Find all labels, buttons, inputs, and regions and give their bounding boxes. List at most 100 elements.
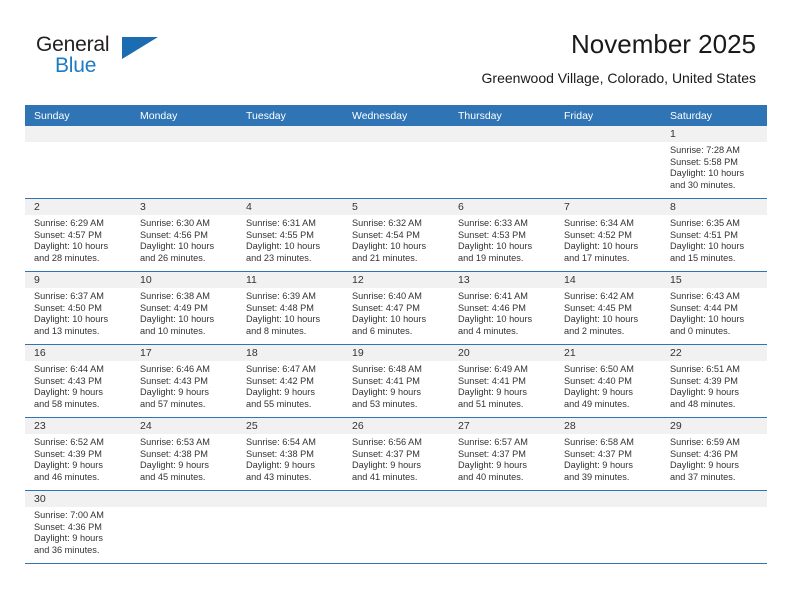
- calendar-cell-day[interactable]: 1 Sunrise: 7:28 AM Sunset: 5:58 PM Daylight…: [661, 126, 767, 199]
- calendar-cell-empty: [25, 126, 131, 199]
- daylight-text-line2: and 10 minutes.: [140, 325, 206, 336]
- calendar-cell-day[interactable]: 26 Sunrise: 6:56 AM Sunset: 4:37 PM Dayligh…: [343, 417, 449, 491]
- calendar-cell-day[interactable]: 17 Sunrise: 6:46 AM Sunset: 4:43 PM Dayligh…: [131, 344, 237, 418]
- day-details: Sunrise: 6:41 AM Sunset: 4:46 PM Daylight:…: [449, 288, 555, 337]
- daylight-text-line2: and 49 minutes.: [564, 398, 630, 409]
- day-details: Sunrise: 6:49 AM Sunset: 4:41 PM Daylight:…: [449, 361, 555, 410]
- sunrise-sunset-calendar: Sunday Monday Tuesday Wednesday Thursday…: [25, 105, 767, 564]
- sunset-text: Sunset: 4:53 PM: [458, 229, 526, 240]
- daylight-text-line1: Daylight: 9 hours: [458, 387, 527, 398]
- sunset-text: Sunset: 4:36 PM: [670, 448, 738, 459]
- calendar-cell-empty: [131, 490, 237, 564]
- calendar-cell-day[interactable]: 3 Sunrise: 6:30 AM Sunset: 4:56 PM Daylight…: [131, 198, 237, 272]
- daylight-text-line2: and 51 minutes.: [458, 398, 524, 409]
- calendar-cell-day[interactable]: 29 Sunrise: 6:59 AM Sunset: 4:36 PM Dayligh…: [661, 417, 767, 491]
- day-number: 22: [661, 345, 767, 361]
- daylight-text-line1: Daylight: 10 hours: [34, 314, 109, 325]
- daylight-text-line2: and 37 minutes.: [670, 471, 736, 482]
- calendar-cell-day[interactable]: 30 Sunrise: 7:00 AM Sunset: 4:36 PM Dayligh…: [25, 490, 131, 564]
- calendar-cell-day[interactable]: 5 Sunrise: 6:32 AM Sunset: 4:54 PM Daylight…: [343, 198, 449, 272]
- daylight-text-line1: Daylight: 10 hours: [140, 241, 215, 252]
- general-blue-logo[interactable]: General Blue: [36, 33, 166, 85]
- calendar-cell-day[interactable]: 19 Sunrise: 6:48 AM Sunset: 4:41 PM Dayligh…: [343, 344, 449, 418]
- daylight-text-line2: and 17 minutes.: [564, 252, 630, 263]
- daylight-text-line2: and 21 minutes.: [352, 252, 418, 263]
- calendar-cell-day[interactable]: 23 Sunrise: 6:52 AM Sunset: 4:39 PM Dayligh…: [25, 417, 131, 491]
- sunset-text: Sunset: 4:51 PM: [670, 229, 738, 240]
- calendar-week-row: 2 Sunrise: 6:29 AM Sunset: 4:57 PM Daylight…: [25, 198, 767, 272]
- sunrise-text: Sunrise: 6:56 AM: [352, 437, 422, 447]
- day-number: 28: [555, 418, 661, 434]
- page-title: November 2025: [571, 29, 756, 59]
- sunset-text: Sunset: 4:46 PM: [458, 302, 526, 313]
- sunset-text: Sunset: 4:45 PM: [564, 302, 632, 313]
- calendar-cell-day[interactable]: 20 Sunrise: 6:49 AM Sunset: 4:41 PM Dayligh…: [449, 344, 555, 418]
- calendar-cell-day[interactable]: 9 Sunrise: 6:37 AM Sunset: 4:50 PM Daylight…: [25, 271, 131, 345]
- calendar-cell-day[interactable]: 12 Sunrise: 6:40 AM Sunset: 4:47 PM Dayligh…: [343, 271, 449, 345]
- day-details: Sunrise: 6:43 AM Sunset: 4:44 PM Daylight:…: [661, 288, 767, 337]
- daylight-text-line2: and 30 minutes.: [670, 179, 736, 190]
- calendar-cell-day[interactable]: 6 Sunrise: 6:33 AM Sunset: 4:53 PM Daylight…: [449, 198, 555, 272]
- calendar-cell-empty: [237, 126, 343, 199]
- day-details: Sunrise: 6:34 AM Sunset: 4:52 PM Daylight:…: [555, 215, 661, 264]
- daylight-text-line1: Daylight: 9 hours: [246, 387, 315, 398]
- calendar-cell-day[interactable]: 27 Sunrise: 6:57 AM Sunset: 4:37 PM Dayligh…: [449, 417, 555, 491]
- calendar-cell-empty: [343, 126, 449, 199]
- weekday-header-monday: Monday: [131, 105, 237, 126]
- day-details: Sunrise: 6:35 AM Sunset: 4:51 PM Daylight:…: [661, 215, 767, 264]
- daylight-text-line1: Daylight: 9 hours: [34, 533, 103, 544]
- daylight-text-line1: Daylight: 10 hours: [140, 314, 215, 325]
- calendar-cell-inner: 2 Sunrise: 6:29 AM Sunset: 4:57 PM Daylight…: [25, 199, 131, 271]
- daylight-text-line1: Daylight: 10 hours: [352, 241, 427, 252]
- calendar-cell-day[interactable]: 8 Sunrise: 6:35 AM Sunset: 4:51 PM Daylight…: [661, 198, 767, 272]
- day-number: 2: [25, 199, 131, 215]
- calendar-cell-inner: 10 Sunrise: 6:38 AM Sunset: 4:49 PM Dayligh…: [131, 272, 237, 344]
- calendar-cell-day[interactable]: 10 Sunrise: 6:38 AM Sunset: 4:49 PM Dayligh…: [131, 271, 237, 345]
- sunset-text: Sunset: 4:55 PM: [246, 229, 314, 240]
- day-details: Sunrise: 6:42 AM Sunset: 4:45 PM Daylight:…: [555, 288, 661, 337]
- calendar-cell-inner: 3 Sunrise: 6:30 AM Sunset: 4:56 PM Daylight…: [131, 199, 237, 271]
- sunrise-text: Sunrise: 6:37 AM: [34, 291, 104, 301]
- calendar-cell-inner: 28 Sunrise: 6:58 AM Sunset: 4:37 PM Dayligh…: [555, 418, 661, 490]
- calendar-header-row: Sunday Monday Tuesday Wednesday Thursday…: [25, 105, 767, 126]
- calendar-cell-day[interactable]: 7 Sunrise: 6:34 AM Sunset: 4:52 PM Daylight…: [555, 198, 661, 272]
- calendar-cell-inner: [555, 491, 661, 563]
- day-number: 10: [131, 272, 237, 288]
- calendar-cell-day[interactable]: 4 Sunrise: 6:31 AM Sunset: 4:55 PM Daylight…: [237, 198, 343, 272]
- day-number: 15: [661, 272, 767, 288]
- calendar-cell-day[interactable]: 11 Sunrise: 6:39 AM Sunset: 4:48 PM Dayligh…: [237, 271, 343, 345]
- day-number: 19: [343, 345, 449, 361]
- sunset-text: Sunset: 4:43 PM: [140, 375, 208, 386]
- calendar-week-row: 30 Sunrise: 7:00 AM Sunset: 4:36 PM Dayligh…: [25, 490, 767, 564]
- sunrise-text: Sunrise: 7:28 AM: [670, 145, 740, 155]
- calendar-cell-day[interactable]: 24 Sunrise: 6:53 AM Sunset: 4:38 PM Dayligh…: [131, 417, 237, 491]
- sunrise-text: Sunrise: 6:53 AM: [140, 437, 210, 447]
- calendar-cell-day[interactable]: 16 Sunrise: 6:44 AM Sunset: 4:43 PM Dayligh…: [25, 344, 131, 418]
- daylight-text-line1: Daylight: 9 hours: [246, 460, 315, 471]
- calendar-cell-day[interactable]: 13 Sunrise: 6:41 AM Sunset: 4:46 PM Dayligh…: [449, 271, 555, 345]
- sunrise-text: Sunrise: 6:59 AM: [670, 437, 740, 447]
- calendar-cell-day[interactable]: 14 Sunrise: 6:42 AM Sunset: 4:45 PM Dayligh…: [555, 271, 661, 345]
- calendar-cell-day[interactable]: 28 Sunrise: 6:58 AM Sunset: 4:37 PM Dayligh…: [555, 417, 661, 491]
- calendar-cell-day[interactable]: 25 Sunrise: 6:54 AM Sunset: 4:38 PM Dayligh…: [237, 417, 343, 491]
- calendar-cell-inner: [237, 491, 343, 563]
- calendar-cell-inner: 4 Sunrise: 6:31 AM Sunset: 4:55 PM Daylight…: [237, 199, 343, 271]
- day-number: 9: [25, 272, 131, 288]
- calendar-cell-inner: 27 Sunrise: 6:57 AM Sunset: 4:37 PM Dayligh…: [449, 418, 555, 490]
- sunrise-text: Sunrise: 6:57 AM: [458, 437, 528, 447]
- calendar-cell-inner: 26 Sunrise: 6:56 AM Sunset: 4:37 PM Dayligh…: [343, 418, 449, 490]
- calendar-cell-day[interactable]: 2 Sunrise: 6:29 AM Sunset: 4:57 PM Daylight…: [25, 198, 131, 272]
- calendar-cell-day[interactable]: 21 Sunrise: 6:50 AM Sunset: 4:40 PM Dayligh…: [555, 344, 661, 418]
- calendar-cell-day[interactable]: 15 Sunrise: 6:43 AM Sunset: 4:44 PM Dayligh…: [661, 271, 767, 345]
- daylight-text-line2: and 46 minutes.: [34, 471, 100, 482]
- sunrise-text: Sunrise: 6:44 AM: [34, 364, 104, 374]
- day-details: Sunrise: 6:53 AM Sunset: 4:38 PM Daylight:…: [131, 434, 237, 483]
- sunrise-text: Sunrise: 6:52 AM: [34, 437, 104, 447]
- daylight-text-line2: and 40 minutes.: [458, 471, 524, 482]
- calendar-cell-day[interactable]: 22 Sunrise: 6:51 AM Sunset: 4:39 PM Dayligh…: [661, 344, 767, 418]
- daylight-text-line2: and 39 minutes.: [564, 471, 630, 482]
- calendar-cell-day[interactable]: 18 Sunrise: 6:47 AM Sunset: 4:42 PM Dayligh…: [237, 344, 343, 418]
- day-number: 26: [343, 418, 449, 434]
- calendar-cell-inner: 23 Sunrise: 6:52 AM Sunset: 4:39 PM Dayligh…: [25, 418, 131, 490]
- sunset-text: Sunset: 4:52 PM: [564, 229, 632, 240]
